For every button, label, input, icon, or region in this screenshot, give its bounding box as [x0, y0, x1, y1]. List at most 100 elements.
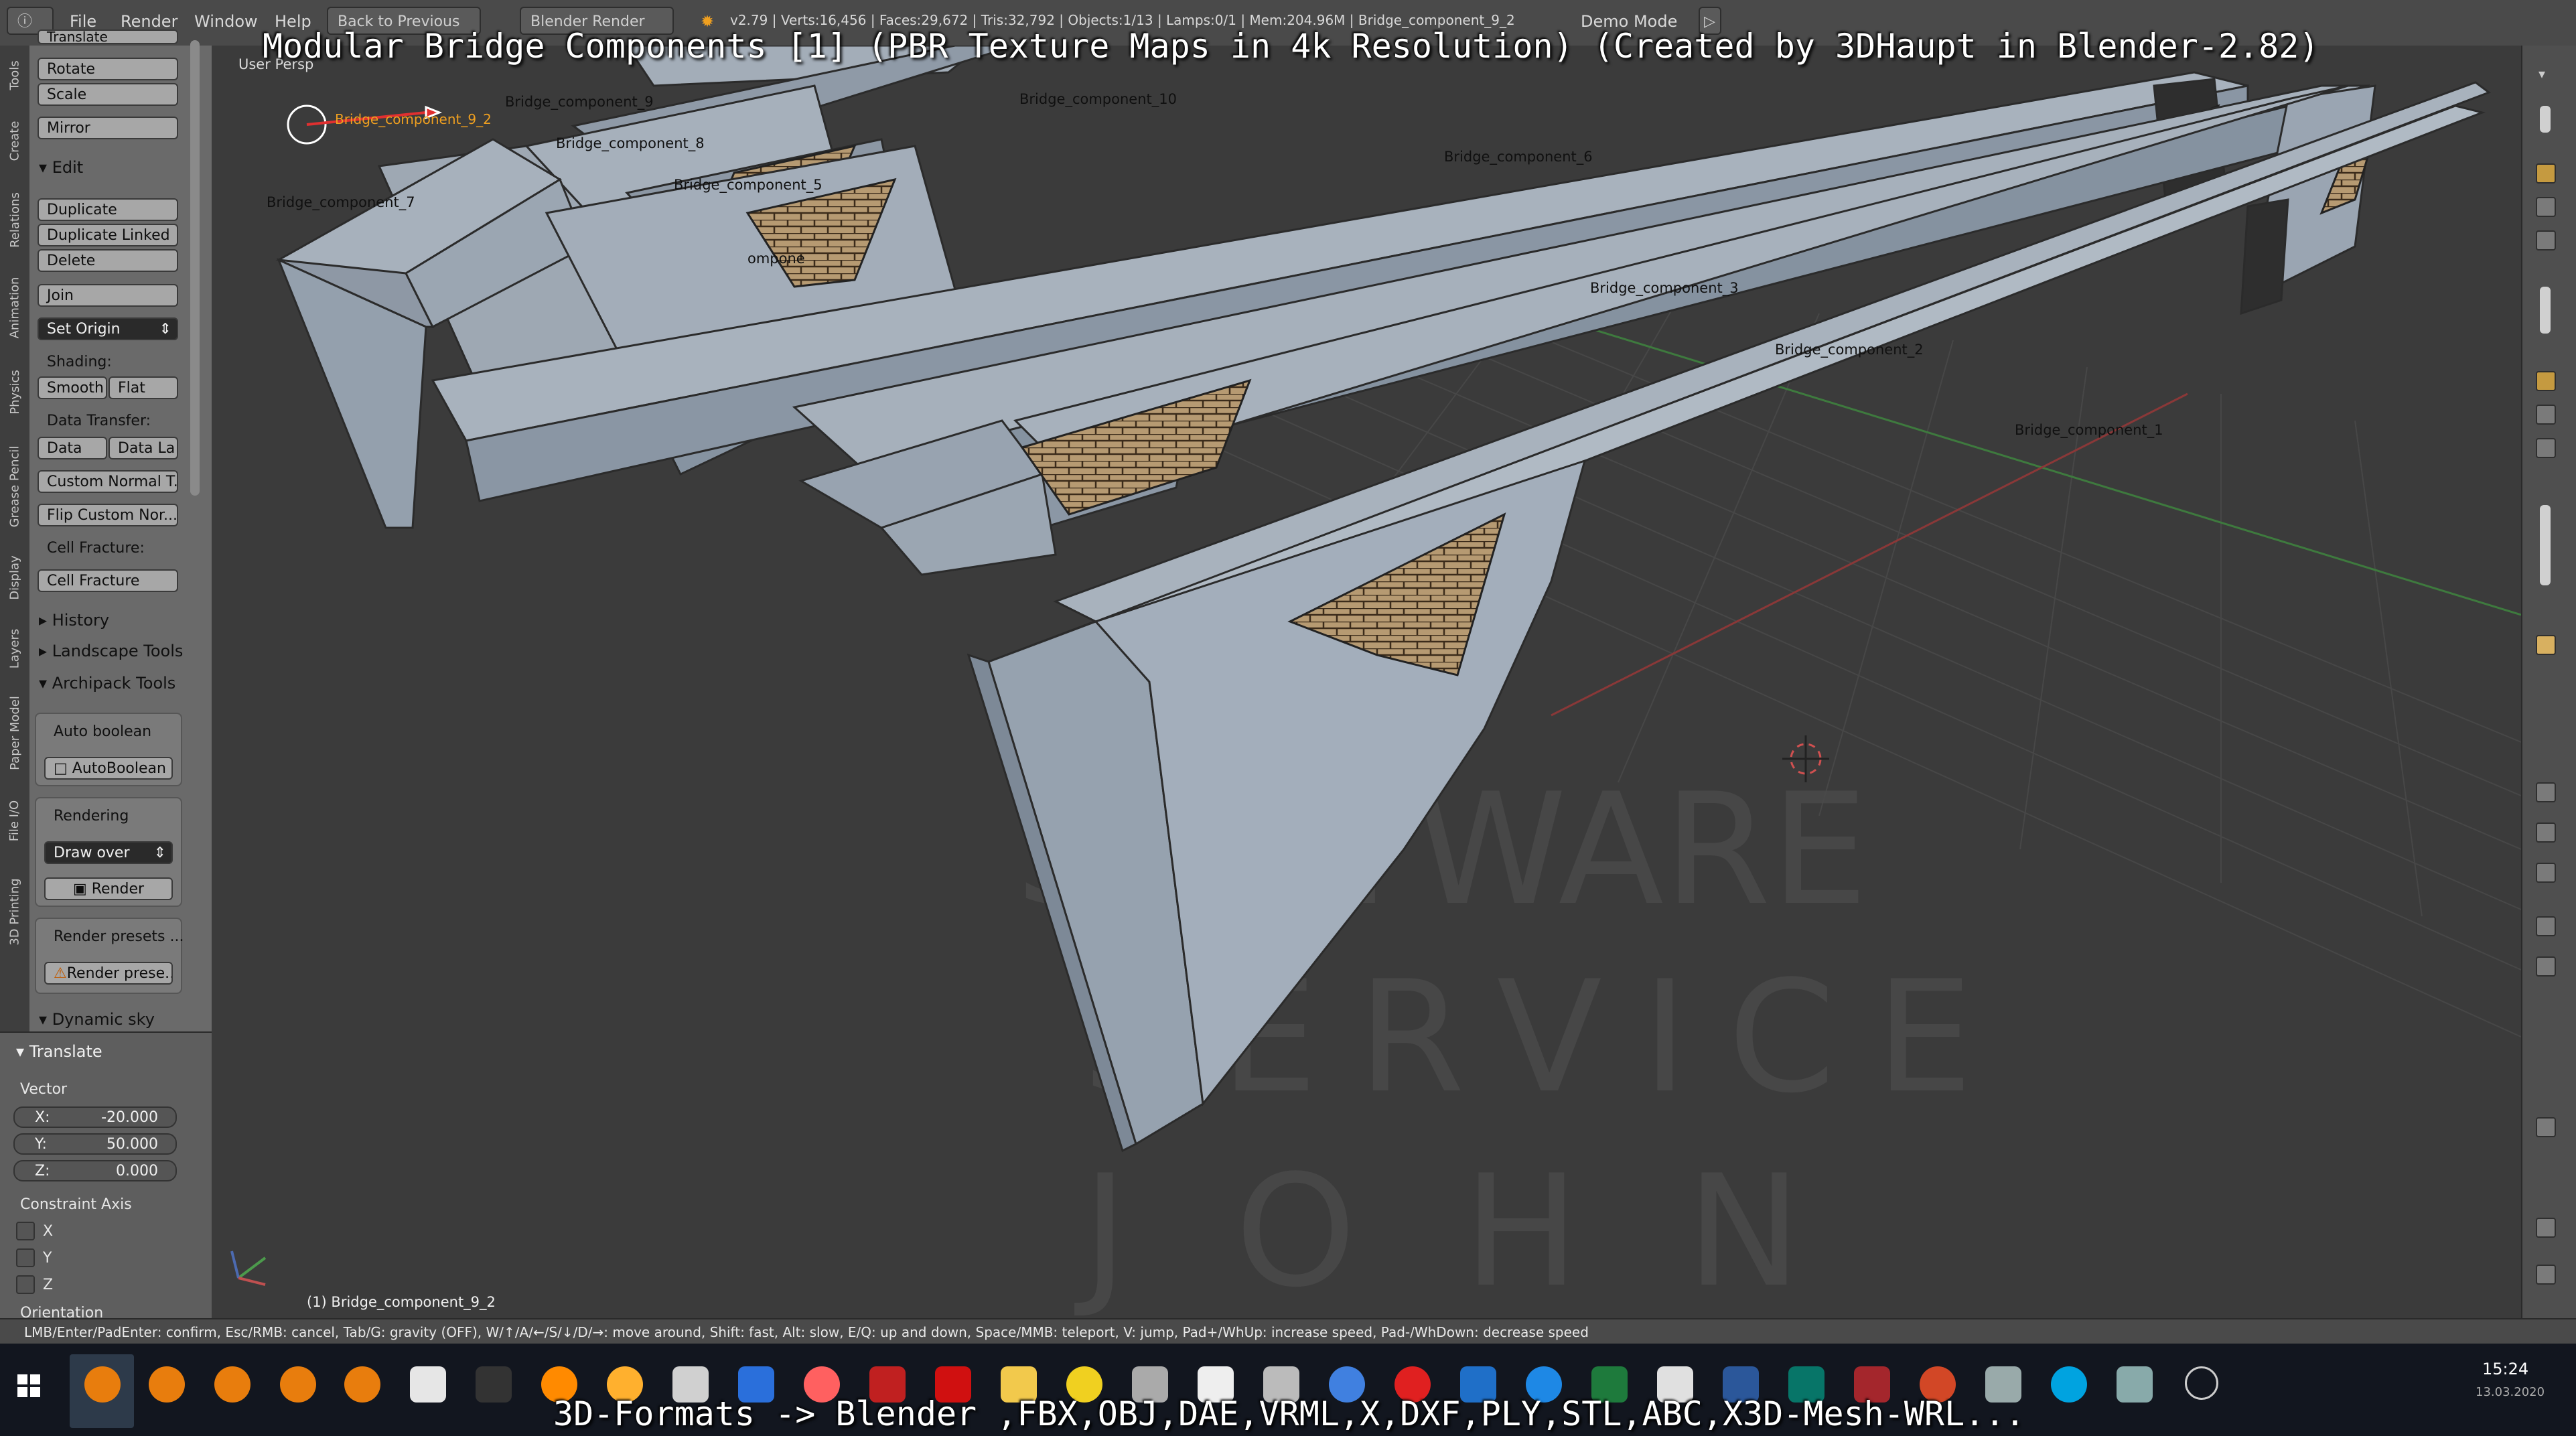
history-section-header[interactable]: ▸ History	[39, 611, 109, 630]
render-presets-label: Render presets ...	[54, 928, 184, 945]
particles-icon[interactable]	[2536, 1218, 2556, 1238]
auto-boolean-label: Auto boolean	[54, 723, 152, 740]
object-label-component-7: Bridge_component_7	[267, 194, 415, 210]
selected-object-label: Bridge_component_9_2	[335, 111, 492, 127]
data-layers-button[interactable]: Data La	[109, 437, 178, 459]
material-icon[interactable]	[2536, 230, 2556, 250]
windows-start-icon[interactable]	[17, 1374, 40, 1397]
constraint-axis-label: Constraint Axis	[20, 1196, 132, 1213]
data-icon[interactable]	[2536, 956, 2556, 977]
translate-button[interactable]: Translate	[38, 29, 178, 44]
skype-icon[interactable]	[2051, 1366, 2087, 1403]
camera-icon: ▣	[72, 881, 92, 898]
clock-date[interactable]: 13.03.2020	[2476, 1385, 2545, 1399]
constraint-z-label: Z	[43, 1277, 54, 1293]
updown-icon: ⇕	[159, 321, 171, 338]
texture-icon[interactable]	[2536, 1117, 2556, 1137]
duplicate-button[interactable]: Duplicate	[38, 198, 178, 221]
object-icon[interactable]	[2536, 163, 2556, 184]
updown-icon: ⇕	[153, 845, 166, 861]
operator-panel: ▾ Translate Vector X: -20.000 Y: 50.000 Z:…	[0, 1031, 212, 1321]
expand-icon: ▸	[39, 642, 52, 660]
flat-button[interactable]: Flat	[109, 376, 178, 399]
toolbar-slider[interactable]	[2540, 287, 2551, 334]
watermark-line-3: JOHN	[1074, 1143, 1909, 1318]
vector-y-field[interactable]: Y: 50.000	[13, 1133, 177, 1155]
modifier-icon[interactable]	[2536, 438, 2556, 458]
x-axis-line	[1551, 392, 2188, 717]
layer-icon-3[interactable]	[2536, 863, 2556, 883]
cube-icon[interactable]	[2536, 635, 2556, 655]
scale-button[interactable]: Scale	[38, 83, 178, 106]
render-button[interactable]: ▣ Render	[44, 877, 173, 900]
scene-stats: v2.79 | Verts:16,456 | Faces:29,672 | Tr…	[730, 12, 1515, 28]
layer-icon-2[interactable]	[2536, 822, 2556, 843]
duplicate-linked-button[interactable]: Duplicate Linked	[38, 224, 178, 246]
smooth-button[interactable]: Smooth	[38, 376, 107, 399]
status-hint-bar: LMB/Enter/PadEnter: confirm, Esc/RMB: ca…	[0, 1318, 2576, 1344]
translate-operator-header[interactable]: ▾ Translate	[16, 1042, 102, 1061]
autoboolean-button[interactable]: □ AutoBoolean	[44, 757, 173, 780]
app-icon-1[interactable]	[410, 1366, 446, 1403]
set-origin-select[interactable]: Set Origin ⇕	[38, 317, 178, 340]
collapse-icon: ▾	[16, 1042, 29, 1061]
rendering-label: Rendering	[54, 808, 129, 824]
object-label-component-8: Bridge_component_8	[556, 135, 705, 151]
cell-fracture-button[interactable]: Cell Fracture	[38, 569, 178, 592]
physics-icon[interactable]	[2536, 1265, 2556, 1285]
object-label-component-9: Bridge_component_9	[505, 94, 654, 110]
landscape-section-header[interactable]: ▸ Landscape Tools	[39, 642, 183, 660]
blender-app-icon-5[interactable]	[344, 1366, 380, 1403]
blender-app-icon-2[interactable]	[149, 1366, 185, 1403]
collapse-arrow-icon[interactable]: ▾	[2538, 66, 2556, 83]
collapse-icon: ▾	[39, 158, 52, 177]
app-icon-2[interactable]	[476, 1366, 512, 1403]
edit-section-header[interactable]: ▾ Edit	[39, 158, 83, 177]
flip-custom-normals-button[interactable]: Flip Custom Nor...	[38, 504, 178, 526]
vector-x-field[interactable]: X: -20.000	[13, 1106, 177, 1128]
render-presets-button[interactable]: ⚠Render prese...	[44, 962, 173, 985]
tool-shelf-scrollbar[interactable]	[190, 40, 200, 496]
constraint-y-checkbox[interactable]	[16, 1248, 35, 1267]
constraint-icon[interactable]	[2536, 916, 2556, 936]
constraint-x-checkbox[interactable]	[16, 1222, 35, 1240]
vector-z-field[interactable]: Z: 0.000	[13, 1160, 177, 1181]
custom-normal-button[interactable]: Custom Normal T...	[38, 470, 178, 493]
world-icon[interactable]	[2536, 405, 2556, 425]
expand-icon: ▸	[39, 611, 52, 630]
toolbar-scroll-handle[interactable]	[2540, 106, 2551, 133]
object-label-component-10: Bridge_component_10	[1019, 91, 1177, 107]
viewport-scene[interactable]: SOFTWARE SERVICE JOHN	[212, 46, 2521, 1318]
constraint-z-checkbox[interactable]	[16, 1275, 35, 1294]
camera-object-icon[interactable]	[2536, 371, 2556, 391]
clock-time[interactable]: 15:24	[2482, 1360, 2528, 1378]
dynamic-sky-section-header[interactable]: ▾ Dynamic sky	[39, 1010, 155, 1029]
join-button[interactable]: Join	[38, 284, 178, 307]
app-icon-15[interactable]	[2185, 1366, 2218, 1400]
subtitle-overlay: 3D-Formats -> Blender ,FBX,OBJ,DAE,VRML,…	[553, 1394, 2025, 1433]
object-label-partial: ompone	[747, 250, 805, 267]
data-button[interactable]: Data	[38, 437, 107, 459]
mirror-button[interactable]: Mirror	[38, 117, 178, 139]
boolean-icon: □	[54, 760, 72, 777]
data-transfer-label: Data Transfer:	[47, 413, 151, 429]
shading-label: Shading:	[47, 354, 112, 370]
collapse-icon: ▾	[39, 674, 52, 693]
app-icon-14[interactable]	[2117, 1366, 2153, 1403]
constraint-y-label: Y	[43, 1250, 52, 1267]
blender-app-icon-4[interactable]	[280, 1366, 316, 1403]
constraint-x-label: X	[43, 1223, 54, 1240]
blender-app-icon[interactable]	[84, 1366, 121, 1403]
blender-app-icon-3[interactable]	[214, 1366, 251, 1403]
archipack-section-header[interactable]: ▾ Archipack Tools	[39, 674, 175, 693]
delete-button[interactable]: Delete	[38, 249, 178, 272]
draw-over-select[interactable]: Draw over ⇕	[44, 841, 173, 864]
right-toolbar: ▾	[2521, 46, 2576, 1318]
3d-viewport[interactable]: SOFTWARE SERVICE JOHN User Persp Bridge_…	[212, 46, 2521, 1318]
rotate-button[interactable]: Rotate	[38, 58, 178, 80]
object-label-component-6: Bridge_component_6	[1444, 149, 1593, 165]
toolbar-slider-2[interactable]	[2540, 505, 2551, 585]
mesh-icon[interactable]	[2536, 197, 2556, 217]
collapse-icon: ▾	[39, 1010, 52, 1029]
layer-icon[interactable]	[2536, 782, 2556, 802]
